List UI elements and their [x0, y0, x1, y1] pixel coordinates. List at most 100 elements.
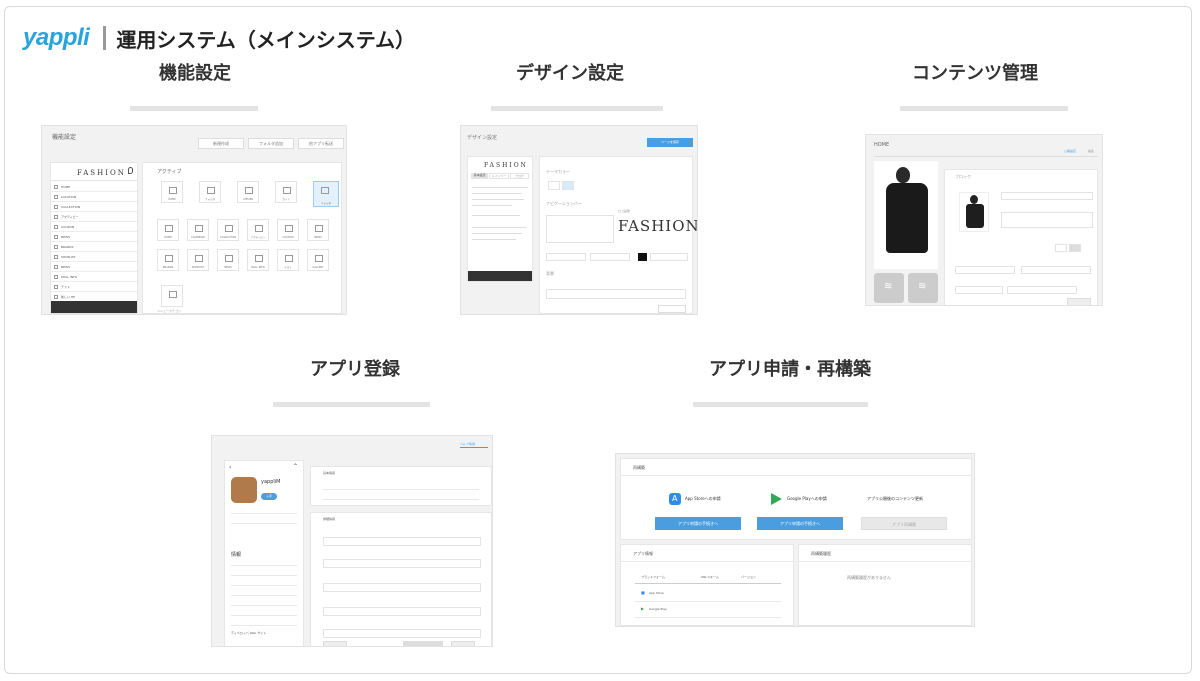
tile-icon — [169, 187, 177, 194]
tile-icon — [225, 255, 233, 262]
google-play-label: Google Playへの申請 — [787, 496, 827, 501]
tile-label: フォルダ — [320, 202, 331, 205]
google-play-apply-button[interactable]: アプリ申請の手続きへ — [757, 517, 843, 530]
tile-icon — [321, 187, 329, 194]
phone-menu-item[interactable]: COUPON — [51, 222, 137, 232]
theme-option-selected[interactable] — [562, 181, 574, 190]
tile-icon — [195, 255, 203, 262]
rss-tile[interactable]: ≋ — [874, 273, 904, 303]
text-field[interactable] — [1001, 212, 1093, 228]
theme-option[interactable] — [548, 181, 560, 190]
background-label: 背景 — [546, 271, 554, 276]
block-image[interactable] — [959, 192, 989, 232]
model-body — [886, 183, 928, 253]
tile-icon — [195, 225, 203, 232]
phone-menu-item[interactable]: NEWS — [51, 262, 137, 272]
color-field[interactable] — [650, 253, 688, 261]
function-tile[interactable]: アクティビー — [247, 219, 269, 241]
app-name-en-field[interactable] — [323, 583, 481, 592]
function-tile[interactable]: NEWS — [307, 219, 329, 241]
menu-category-label: メニューカテゴリ — [157, 309, 182, 313]
save-button[interactable] — [451, 641, 475, 646]
tile-label: HOME — [168, 198, 176, 201]
developer-link[interactable]: ディベロッパ Web サイト — [231, 631, 266, 635]
save-button[interactable] — [1067, 298, 1091, 305]
color-field[interactable] — [590, 253, 630, 261]
phone-tab[interactable]: ブログ — [509, 173, 529, 179]
phone-menu-item[interactable]: LOCATION — [51, 192, 137, 202]
function-tile[interactable]: カード — [275, 181, 297, 203]
menu-category-tile[interactable] — [161, 285, 183, 307]
promo-text-field[interactable] — [323, 629, 481, 638]
function-tile[interactable]: COUPON — [277, 219, 299, 241]
tab-edit[interactable]: 編集 — [1088, 149, 1094, 153]
tile-icon — [207, 187, 215, 194]
function-tile[interactable]: テスト — [277, 249, 299, 271]
phone-menu-item[interactable]: アクティビー — [51, 212, 137, 222]
color-swatch[interactable] — [638, 253, 647, 261]
date-field[interactable] — [1021, 266, 1091, 274]
function-tile[interactable]: COLLECTION — [217, 219, 239, 241]
tile-icon — [255, 255, 263, 262]
phone-menu-item[interactable]: BRANDS — [51, 242, 137, 252]
toggle-option[interactable] — [1055, 244, 1067, 252]
function-tile[interactable]: フォルダ — [313, 181, 339, 207]
content-update-label: アプリ公開後のコンテンツ更新 — [867, 496, 923, 501]
title-field[interactable] — [1001, 192, 1093, 200]
tile-label: カード — [282, 198, 290, 201]
new-button[interactable]: 新規作成 — [198, 138, 244, 149]
function-tile[interactable]: GALLERY — [307, 249, 329, 271]
help-link[interactable]: ヘルプ情報 — [460, 442, 475, 446]
rss-tile[interactable]: ≋ — [908, 273, 938, 303]
rebuild-panel: 再構築 A App Storeへの申請 Google Playへの申請 アプリ公… — [620, 458, 972, 540]
function-tile[interactable]: BRANDS — [157, 249, 179, 271]
phone-tab[interactable]: メインバー — [489, 173, 509, 179]
transfer-button[interactable]: 他アプリ転送 — [298, 138, 344, 149]
subtitle-field[interactable] — [323, 559, 481, 568]
up-chevron-icon[interactable]: ⌃ — [293, 463, 298, 470]
add-folder-button[interactable]: フォルダ追加 — [248, 138, 294, 149]
select-field[interactable] — [955, 286, 1003, 294]
phone-menu-item[interactable]: NEWS — [51, 232, 137, 242]
phone-menu-item[interactable]: MALL INFO — [51, 272, 137, 282]
app-name-field[interactable] — [323, 537, 481, 546]
select-field[interactable] — [1007, 286, 1077, 294]
menu-item-label: テスト — [61, 285, 71, 289]
preview-button[interactable] — [658, 305, 686, 313]
detail-info-heading: 詳細情報 — [323, 517, 336, 521]
function-tile[interactable]: HOME — [161, 181, 183, 203]
submit-button[interactable] — [403, 641, 443, 646]
color-field[interactable] — [546, 253, 586, 261]
function-tile[interactable]: フォルダ — [199, 181, 221, 203]
tile-label: テスト — [284, 266, 292, 269]
tab-publish[interactable]: 公開設定 — [1064, 149, 1076, 153]
function-tile[interactable]: ATELIER — [237, 181, 259, 203]
cancel-button[interactable] — [323, 641, 347, 646]
function-tile[interactable]: HOME — [157, 219, 179, 241]
phone-menu-item[interactable]: COLLECTION — [51, 202, 137, 212]
rebuild-button[interactable]: アプリ再構築 — [861, 517, 947, 530]
function-tile[interactable]: MALL INFO — [247, 249, 269, 271]
phone-menu-item[interactable]: SHOPLIST — [51, 252, 137, 262]
logo-upload[interactable] — [546, 215, 614, 243]
function-tile[interactable]: NEWS — [217, 249, 239, 271]
function-tile[interactable]: CALENDAR — [187, 219, 209, 241]
phone-menu-item[interactable]: テスト — [51, 282, 137, 292]
date-field[interactable] — [955, 266, 1015, 274]
background-field[interactable] — [546, 289, 686, 299]
get-button[interactable]: 入手 — [261, 493, 277, 500]
tile-label: NEWS — [314, 236, 322, 239]
save-page-button[interactable]: ページを保存 — [647, 138, 693, 147]
google-play-small-icon: ▶ — [641, 606, 645, 611]
menu-item-icon — [54, 205, 58, 209]
back-chevron-icon[interactable]: ‹ — [229, 464, 231, 471]
category-field[interactable] — [323, 607, 481, 616]
toggle-option[interactable] — [1069, 244, 1081, 252]
phone-tab[interactable]: 基本設定 — [471, 173, 489, 179]
app-store-apply-button[interactable]: アプリ申請の手続きへ — [655, 517, 741, 530]
phone-menu-item[interactable]: HOME — [51, 182, 137, 192]
menu-item-icon — [54, 255, 58, 259]
tile-label: BRANDS — [162, 266, 174, 269]
function-tile[interactable]: SHOPLIST — [187, 249, 209, 271]
slide-header: yappli 運用システム（メインシステム） — [23, 21, 415, 55]
